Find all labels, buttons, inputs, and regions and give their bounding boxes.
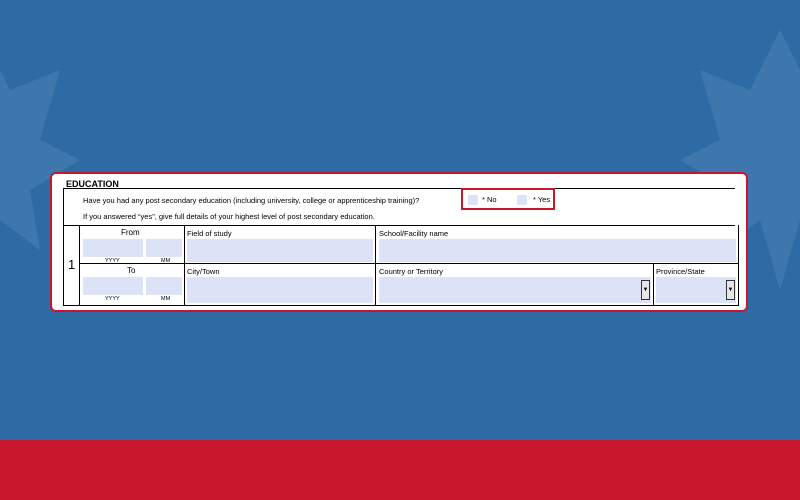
details-instruction: If you answered “yes”, give full details… [83,212,375,221]
to-year-input[interactable] [83,277,143,295]
city-town-label: City/Town [187,267,220,276]
entry-number: 1 [68,257,76,272]
section-divider [63,188,735,189]
province-state-label: Province/State [656,267,705,276]
from-year-label: YYYY [105,258,120,264]
from-year-input[interactable] [83,239,143,257]
bottom-red-band [0,440,800,500]
row-middle-divider [79,263,738,264]
no-checkbox[interactable] [468,195,478,205]
no-option-label: * No [482,195,497,204]
to-year-label: YYYY [105,296,120,302]
table-left-border [63,225,64,305]
from-label: From [121,228,140,237]
field-of-study-label: Field of study [187,229,232,238]
yes-no-group: * No * Yes [461,188,555,210]
number-column-border [79,225,80,305]
to-month-input[interactable] [146,277,182,295]
from-month-label: MM [161,258,171,264]
country-territory-label: Country or Territory [379,267,444,276]
yes-checkbox[interactable] [517,195,527,205]
to-label: To [127,266,136,275]
study-column-border [375,225,376,305]
from-month-input[interactable] [146,239,182,257]
school-name-label: School/Facility name [379,229,449,238]
education-form-card: EDUCATION Have you had any post secondar… [50,172,748,312]
to-month-label: MM [161,296,171,302]
post-secondary-question: Have you had any post secondary educatio… [83,196,420,205]
field-of-study-input[interactable] [187,239,373,262]
chevron-down-icon: ▼ [642,287,649,293]
question-left-border [63,188,64,225]
province-state-select[interactable] [656,277,736,303]
city-town-input[interactable] [187,277,373,303]
table-right-border [738,225,739,305]
yes-option-label: * Yes [533,195,551,204]
country-column-border [653,263,654,305]
school-name-input[interactable] [379,239,736,262]
education-form-body: EDUCATION Have you had any post secondar… [63,174,739,310]
date-column-border [184,225,185,305]
country-dropdown-button[interactable]: ▼ [641,280,650,300]
chevron-down-icon: ▼ [727,287,734,293]
province-dropdown-button[interactable]: ▼ [726,280,735,300]
country-territory-select[interactable] [379,277,651,303]
table-bottom-border [63,305,739,306]
table-top-border [63,225,735,226]
